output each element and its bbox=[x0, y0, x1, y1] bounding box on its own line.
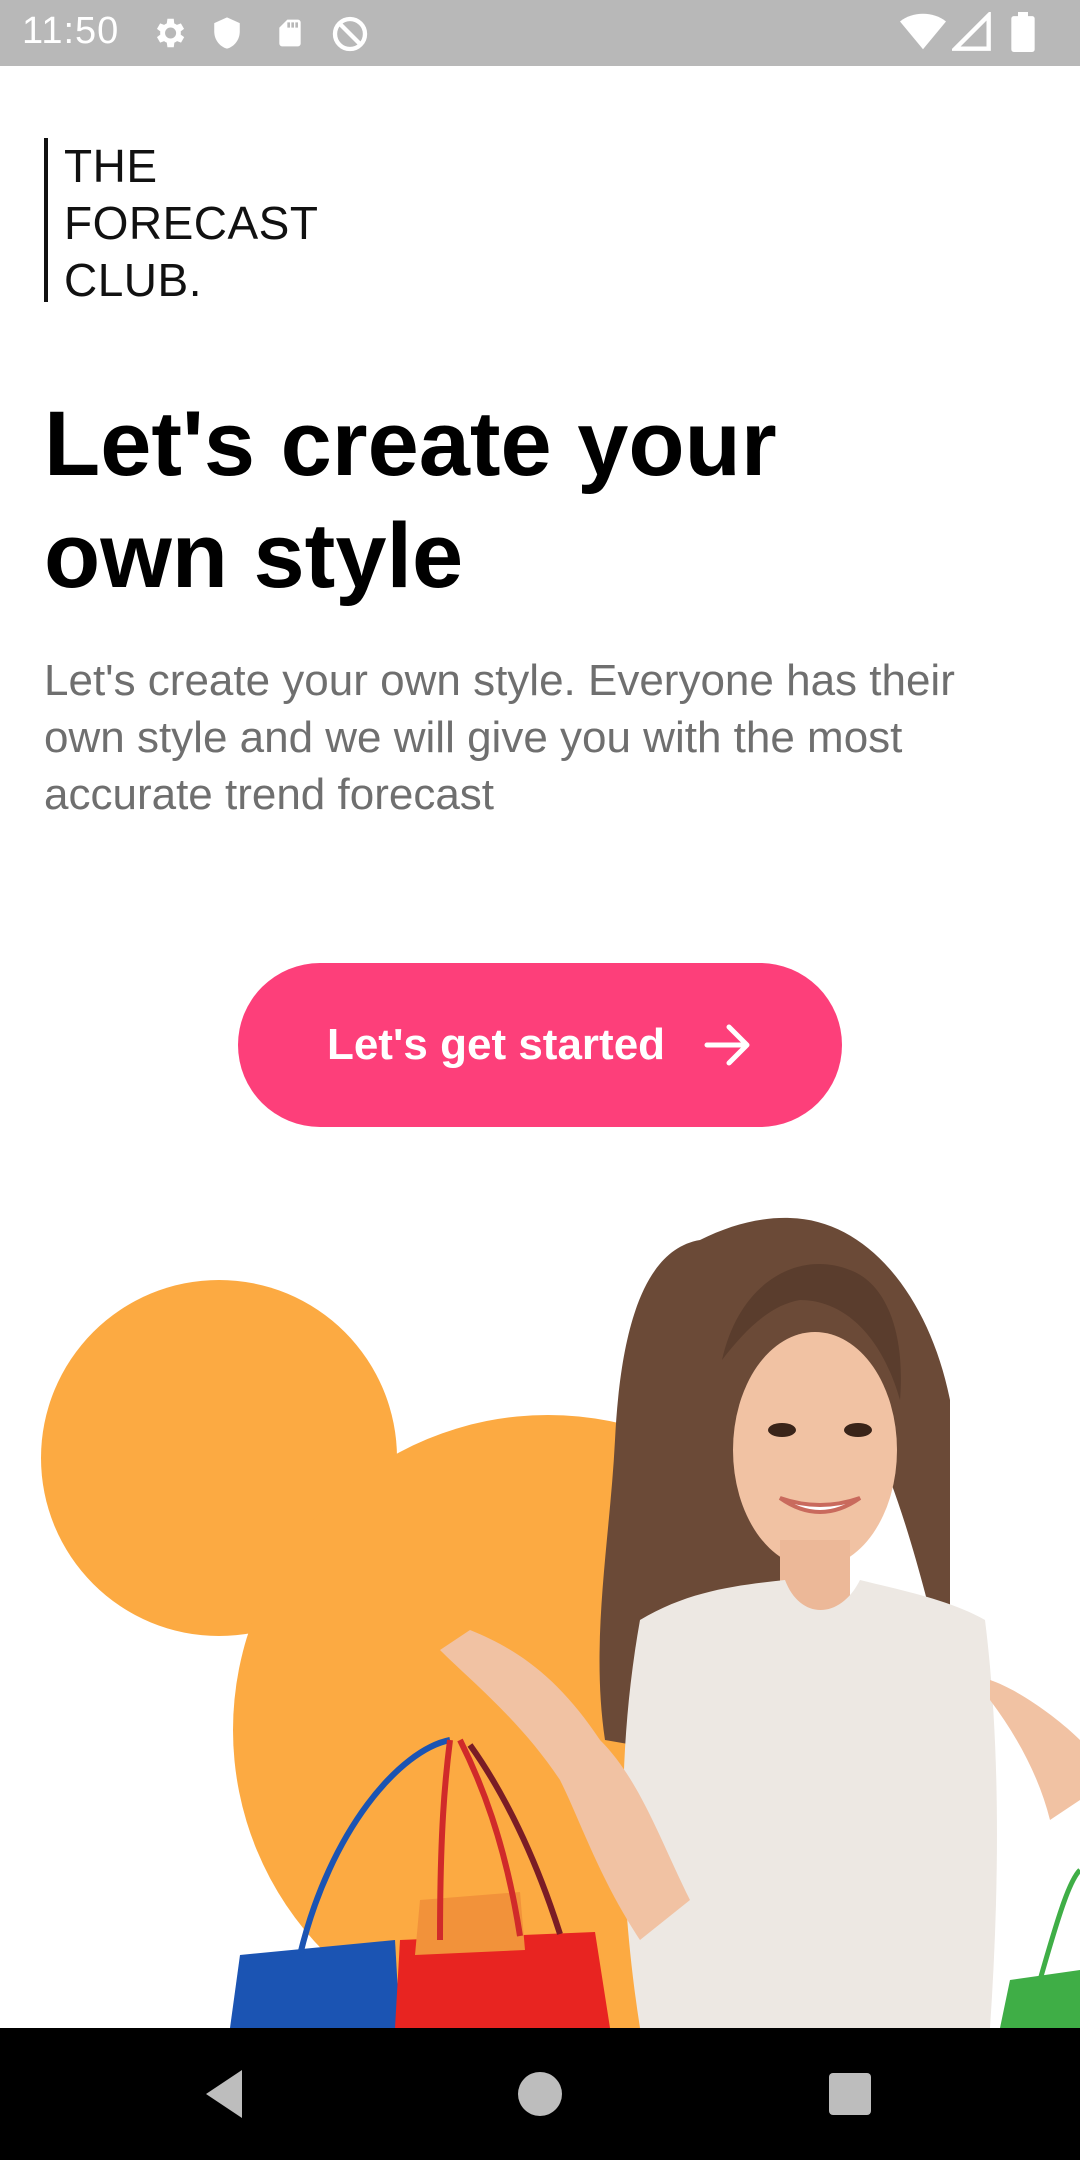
wifi-icon bbox=[900, 13, 946, 50]
sd-card-icon bbox=[279, 19, 301, 47]
system-nav-bar bbox=[0, 2028, 1080, 2160]
shield-icon bbox=[214, 17, 240, 49]
do-not-disturb-icon bbox=[332, 16, 368, 52]
status-icons-right bbox=[900, 12, 1060, 52]
arrow-right-icon bbox=[704, 1024, 750, 1066]
status-time: 11:50 bbox=[22, 10, 120, 52]
page-title-line-1: Let's create your bbox=[44, 393, 777, 495]
logo-line-3: CLUB. bbox=[64, 254, 202, 306]
woman-shirt bbox=[623, 1580, 997, 2028]
signal-icon bbox=[952, 12, 991, 51]
hero-illustration bbox=[0, 1180, 1080, 2028]
get-started-button[interactable]: Let's get started bbox=[238, 963, 842, 1127]
shopping-bag-blue bbox=[230, 1940, 400, 2028]
recents-icon[interactable] bbox=[820, 2064, 880, 2124]
hero-image bbox=[41, 1217, 1080, 2028]
logo-line-2: FORECAST bbox=[64, 197, 319, 249]
page-title: Let's create your own style bbox=[44, 388, 944, 612]
shopping-bag-orange bbox=[415, 1892, 525, 1955]
woman-face bbox=[733, 1332, 897, 1568]
settings-icon bbox=[156, 18, 185, 48]
brand-logo: THE FORECAST CLUB. bbox=[44, 138, 319, 306]
logo-line-1: THE bbox=[64, 140, 158, 192]
status-bar: 11:50 bbox=[0, 0, 1080, 66]
page-description: Let's create your own style. Everyone ha… bbox=[44, 656, 955, 819]
home-icon[interactable] bbox=[510, 2064, 570, 2124]
page-title-line-2: own style bbox=[44, 505, 464, 607]
battery-icon bbox=[1011, 12, 1035, 52]
back-icon[interactable] bbox=[196, 2064, 256, 2124]
get-started-label: Let's get started bbox=[326, 1020, 666, 1069]
